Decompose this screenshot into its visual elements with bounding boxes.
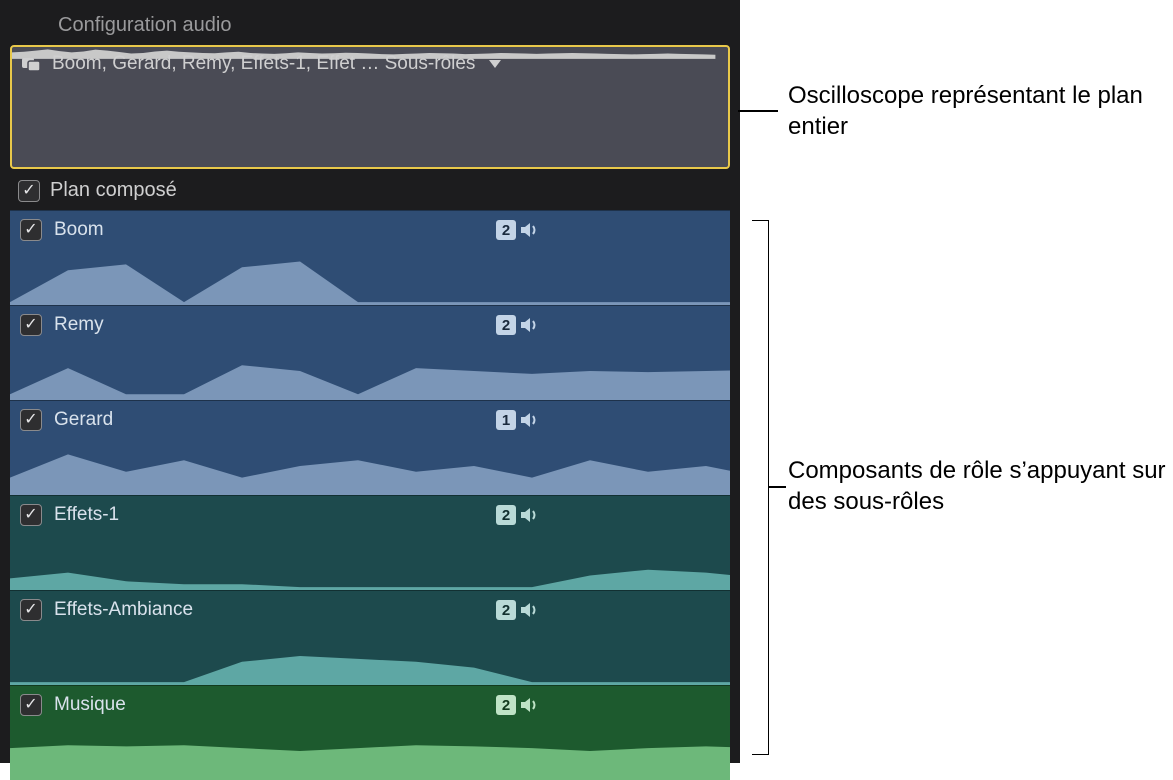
track-name: Musique (54, 694, 126, 716)
track-checkbox[interactable] (20, 409, 42, 431)
speaker-icon (520, 602, 540, 618)
track-waveform (10, 532, 730, 590)
callout-line-2 (768, 486, 786, 488)
channel-count: 1 (496, 410, 516, 430)
track-row[interactable]: Effets-Ambiance 2 (10, 590, 730, 685)
track-checkbox[interactable] (20, 504, 42, 526)
track-waveform (10, 342, 730, 400)
speaker-icon (520, 222, 540, 238)
track-waveform (10, 437, 730, 495)
speaker-icon (520, 317, 540, 333)
channel-config[interactable]: 2 (496, 600, 540, 620)
track-checkbox[interactable] (20, 599, 42, 621)
track-name: Effets-1 (54, 504, 119, 526)
track-waveform (10, 247, 730, 305)
channel-count: 2 (496, 505, 516, 525)
chevron-down-icon[interactable] (489, 60, 501, 68)
track-row[interactable]: Boom 2 (10, 210, 730, 305)
channel-config[interactable]: 2 (496, 695, 540, 715)
track-checkbox[interactable] (20, 219, 42, 241)
section-title: Configuration audio (10, 10, 730, 45)
track-name: Remy (54, 314, 104, 336)
track-row[interactable]: Effets-1 2 (10, 495, 730, 590)
compound-clip-icon (22, 56, 42, 72)
track-waveform (10, 627, 730, 685)
clip-summary: Boom, Gerard, Remy, Effets-1, Effet … So… (52, 53, 475, 75)
compound-checkbox[interactable] (18, 180, 40, 202)
track-name: Effets-Ambiance (54, 599, 193, 621)
speaker-icon (520, 697, 540, 713)
channel-count: 2 (496, 600, 516, 620)
speaker-icon (520, 507, 540, 523)
speaker-icon (520, 412, 540, 428)
callout-tracks: Composants de rôle s’appuyant sur des so… (788, 455, 1173, 517)
tracks-list: Boom 2 Remy 2 (10, 210, 730, 780)
channel-count: 2 (496, 695, 516, 715)
audio-config-panel: Configuration audio Boom, Gerard, Remy, … (0, 0, 740, 763)
track-row[interactable]: Gerard 1 (10, 400, 730, 495)
track-row[interactable]: Remy 2 (10, 305, 730, 400)
track-waveform (10, 722, 730, 780)
annotations: Oscilloscope représentant le plan entier… (740, 0, 1173, 763)
bracket (752, 220, 769, 755)
channel-count: 2 (496, 315, 516, 335)
track-name: Gerard (54, 409, 113, 431)
callout-line (738, 110, 778, 112)
channel-count: 2 (496, 220, 516, 240)
track-checkbox[interactable] (20, 314, 42, 336)
clip-overview[interactable]: Boom, Gerard, Remy, Effets-1, Effet … So… (10, 45, 730, 169)
compound-clip-toggle-row: Plan composé (10, 169, 730, 210)
channel-config[interactable]: 2 (496, 505, 540, 525)
track-checkbox[interactable] (20, 694, 42, 716)
channel-config[interactable]: 2 (496, 220, 540, 240)
channel-config[interactable]: 2 (496, 315, 540, 335)
callout-overview: Oscilloscope représentant le plan entier (788, 80, 1173, 142)
channel-config[interactable]: 1 (496, 410, 540, 430)
compound-label: Plan composé (50, 179, 177, 202)
track-name: Boom (54, 219, 104, 241)
track-row[interactable]: Musique 2 (10, 685, 730, 780)
